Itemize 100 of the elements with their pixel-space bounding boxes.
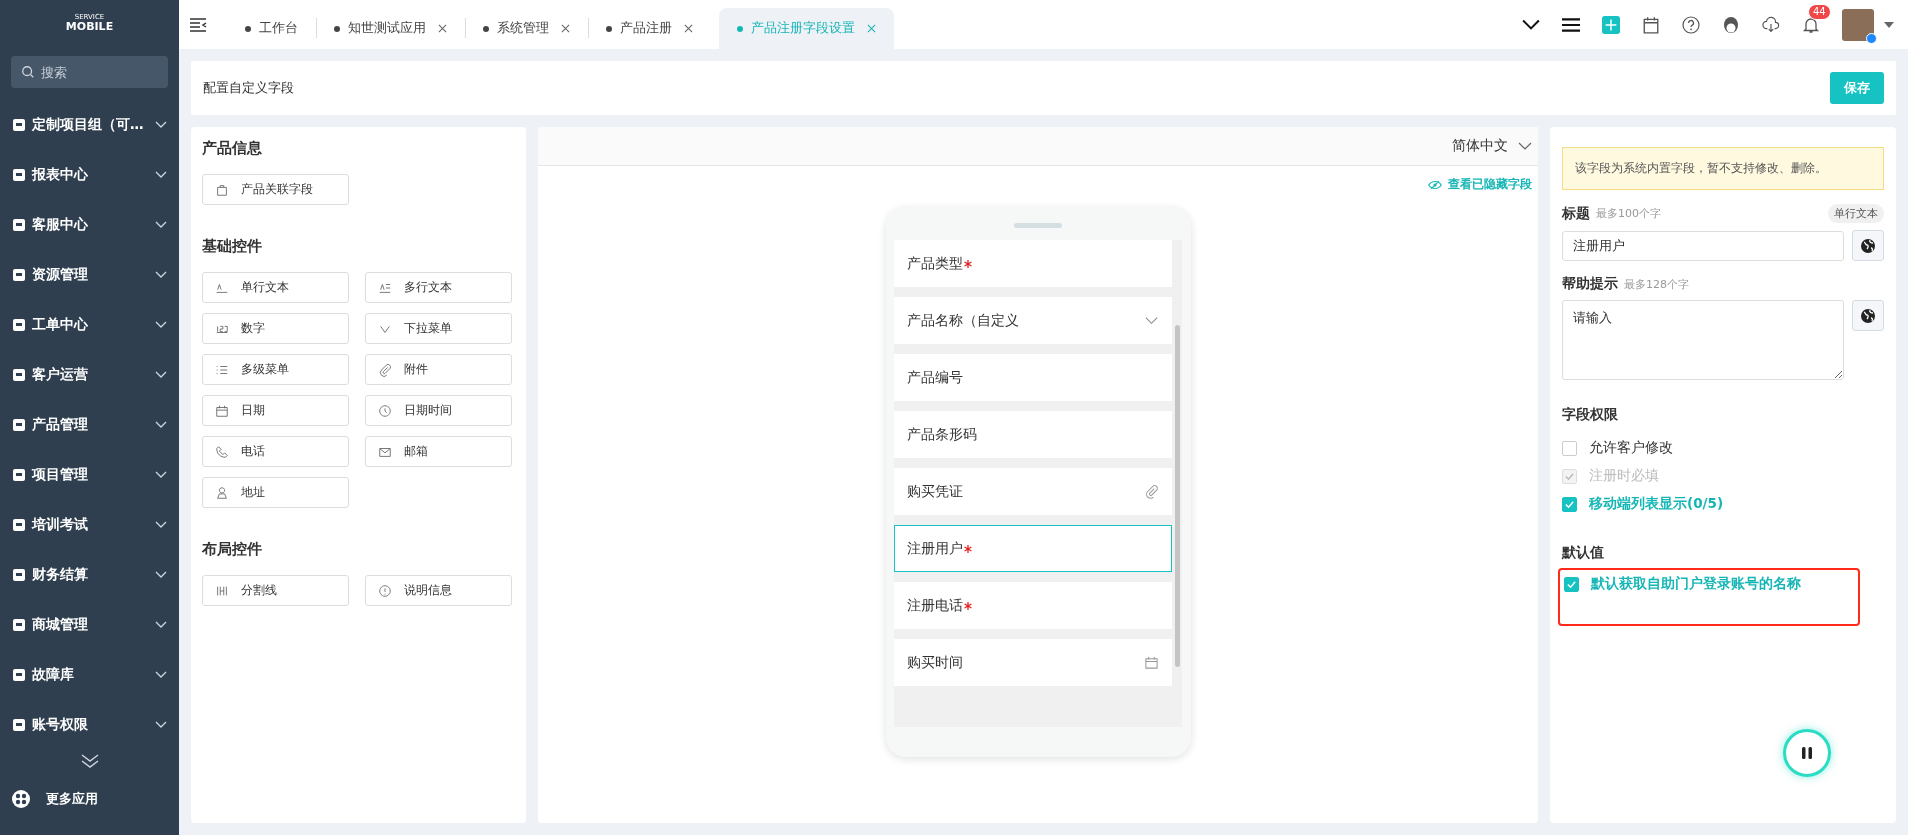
control-item[interactable]: 单行文本 xyxy=(202,272,349,303)
form-field[interactable]: 产品条形码 xyxy=(894,411,1172,458)
globe-icon xyxy=(1860,237,1876,254)
pause-button[interactable] xyxy=(1783,729,1831,777)
sidebar-item[interactable]: 报表中心 xyxy=(0,150,179,200)
chevron-down-icon xyxy=(155,521,167,529)
form-field[interactable]: 产品类型 xyxy=(894,240,1172,287)
tile-icon xyxy=(12,218,26,232)
control-item[interactable]: 下拉菜单 xyxy=(365,313,512,344)
chevron-down-icon xyxy=(155,221,167,229)
control-item[interactable]: 邮箱 xyxy=(365,436,512,467)
avatar-placeholder[interactable] xyxy=(1842,8,1874,41)
control-item[interactable]: 多级菜单 xyxy=(202,354,349,385)
field-label: 标题 xyxy=(1562,204,1590,223)
globe-icon xyxy=(1860,307,1876,324)
chevron-down-icon xyxy=(155,621,167,629)
control-item[interactable]: 数字 xyxy=(202,313,349,344)
cloud-download-icon[interactable] xyxy=(1762,15,1780,34)
control-item[interactable]: 多行文本 xyxy=(365,272,512,303)
section-title: 布局控件 xyxy=(202,540,263,559)
page-title: 配置自定义字段 xyxy=(203,79,294,97)
translate-button[interactable] xyxy=(1852,230,1884,261)
check-icon xyxy=(1566,578,1577,590)
form-field[interactable]: 产品名称（自定义 xyxy=(894,297,1172,344)
chevron-down-icon xyxy=(155,721,167,729)
control-item[interactable]: 日期时间 xyxy=(365,395,512,426)
date-icon xyxy=(215,403,229,418)
sidebar-item[interactable]: 账号权限 xyxy=(0,700,179,750)
menu-icon[interactable] xyxy=(1562,15,1580,34)
chevron-down-icon xyxy=(155,571,167,579)
check-icon xyxy=(1564,470,1575,482)
tile-icon xyxy=(12,518,26,532)
double-chevron-icon[interactable] xyxy=(80,754,99,768)
tile-icon xyxy=(12,318,26,332)
sidebar-item[interactable]: 财务结算 xyxy=(0,550,179,600)
menu-fold-icon[interactable] xyxy=(189,17,207,32)
datetime-icon xyxy=(378,403,392,418)
chevron-down-icon xyxy=(155,321,167,329)
sidebar-item[interactable]: 工单中心 xyxy=(0,300,179,350)
person-head-icon[interactable] xyxy=(1722,15,1740,34)
calendar-icon[interactable] xyxy=(1642,15,1660,34)
form-field[interactable]: 注册用户 xyxy=(894,525,1172,572)
control-item[interactable]: 产品关联字段 xyxy=(202,174,349,205)
form-field[interactable]: 注册电话 xyxy=(894,582,1172,629)
control-item[interactable]: 说明信息 xyxy=(365,575,512,606)
translate-button[interactable] xyxy=(1852,300,1884,331)
sidebar-item[interactable]: 资源管理 xyxy=(0,250,179,300)
permission-checkbox[interactable]: 允许客户修改 xyxy=(1562,434,1884,462)
control-item[interactable]: 附件 xyxy=(365,354,512,385)
sidebar-item[interactable]: 商城管理 xyxy=(0,600,179,650)
more-apps-item[interactable]: 更多应用 xyxy=(0,790,179,808)
sidebar-item[interactable]: 定制项目组（可… xyxy=(0,100,179,150)
group-title: 默认值 xyxy=(1562,544,1605,562)
group-title: 字段权限 xyxy=(1562,406,1619,424)
control-item[interactable]: 地址 xyxy=(202,477,349,508)
control-item[interactable]: 电话 xyxy=(202,436,349,467)
sidebar-item[interactable]: 培训考试 xyxy=(0,500,179,550)
phone-icon xyxy=(215,444,229,459)
tile-icon xyxy=(12,368,26,382)
chevron-down-icon xyxy=(155,121,167,129)
eye-slash-icon xyxy=(1428,179,1442,190)
field-hint: 最多128个字 xyxy=(1624,276,1690,292)
tile-icon xyxy=(12,668,26,682)
tab[interactable]: 工作台 xyxy=(227,8,316,49)
sidebar-item[interactable]: 项目管理 xyxy=(0,450,179,500)
caret-down-icon[interactable] xyxy=(1884,21,1894,28)
tile-icon xyxy=(12,568,26,582)
control-item[interactable]: 日期 xyxy=(202,395,349,426)
form-field[interactable]: 产品编号 xyxy=(894,354,1172,401)
scrollbar[interactable] xyxy=(1175,325,1180,667)
sidebar-item[interactable]: 产品管理 xyxy=(0,400,179,450)
help-textarea[interactable]: 请输入 xyxy=(1562,300,1844,380)
sidebar-item[interactable]: 故障库 xyxy=(0,650,179,700)
sidebar-item[interactable]: 客户运营 xyxy=(0,350,179,400)
attachment-icon xyxy=(378,362,392,377)
search-field[interactable]: 搜索 xyxy=(11,56,168,88)
control-item[interactable]: 分割线 xyxy=(202,575,349,606)
help-icon[interactable] xyxy=(1682,15,1700,34)
field-label: 帮助提示 xyxy=(1562,275,1618,293)
tile-icon xyxy=(12,268,26,282)
close-icon[interactable] xyxy=(561,24,570,33)
search-icon xyxy=(21,65,35,79)
sidebar-item[interactable]: 客服中心 xyxy=(0,200,179,250)
chevron-down-icon xyxy=(155,271,167,279)
bell-icon[interactable] xyxy=(1802,15,1820,34)
form-field[interactable]: 购买凭证 xyxy=(894,468,1172,515)
tab[interactable]: 知世测试应用 xyxy=(316,8,465,49)
section-title: 基础控件 xyxy=(202,237,263,256)
tile-icon xyxy=(12,718,26,732)
tab[interactable]: 产品注册 xyxy=(588,8,711,49)
form-field[interactable]: 购买时间 xyxy=(894,639,1172,686)
type-tag: 单行文本 xyxy=(1828,204,1884,223)
close-icon[interactable] xyxy=(684,24,693,33)
tab[interactable]: 系统管理 xyxy=(465,8,588,49)
language-dropdown[interactable]: 简体中文 xyxy=(1452,137,1532,155)
info-icon xyxy=(378,583,392,598)
close-icon[interactable] xyxy=(438,24,447,33)
title-input[interactable]: 注册用户 xyxy=(1562,230,1844,261)
notice-banner: 该字段为系统内置字段，暂不支持修改、删除。 xyxy=(1562,147,1884,190)
grid-dots-icon xyxy=(12,790,30,808)
